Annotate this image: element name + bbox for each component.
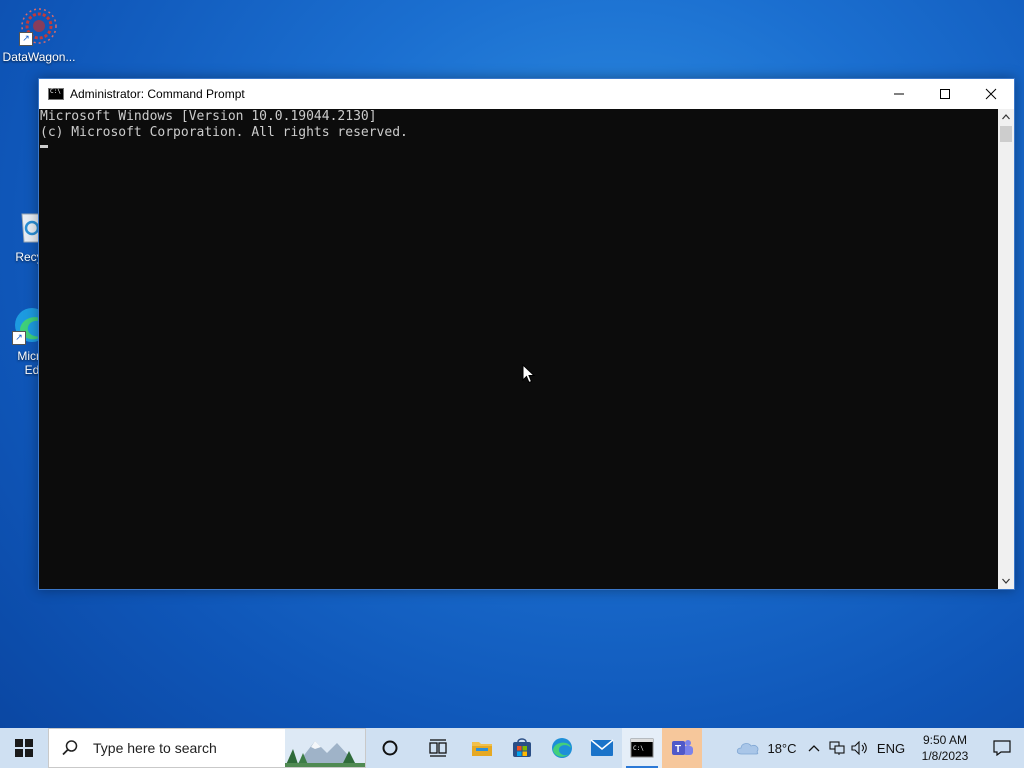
- mouse-pointer-icon: [522, 364, 536, 384]
- svg-text:T: T: [675, 744, 681, 755]
- text-cursor: [40, 145, 48, 148]
- cmd-icon: [48, 88, 64, 100]
- clock[interactable]: 9:50 AM 1/8/2023: [910, 728, 980, 768]
- task-view-button[interactable]: [418, 728, 458, 768]
- task-view-icon: [429, 739, 447, 757]
- scroll-down-button[interactable]: [998, 573, 1014, 589]
- scroll-thumb[interactable]: [1000, 126, 1012, 142]
- speaker-icon: [851, 741, 867, 755]
- search-placeholder: Type here to search: [93, 740, 217, 756]
- microsoft-store-button[interactable]: [502, 728, 542, 768]
- taskbar-search-box[interactable]: Type here to search: [48, 728, 366, 768]
- folder-icon: [472, 742, 492, 756]
- cortana-icon: [382, 740, 398, 756]
- desktop-icon-datawagon[interactable]: ↗ DataWagon...: [1, 6, 77, 64]
- weather-temperature: 18°C: [767, 740, 797, 756]
- network-button[interactable]: [826, 728, 848, 768]
- minimize-icon: [894, 93, 904, 95]
- shortcut-arrow-icon: ↗: [19, 32, 33, 46]
- teams-icon: T: [672, 740, 693, 755]
- search-highlight-illustration: [285, 729, 365, 767]
- minimize-button[interactable]: [876, 79, 922, 109]
- chevron-up-icon: [808, 745, 820, 752]
- chevron-up-icon: [1002, 114, 1010, 120]
- desktop-icon-label: DataWagon...: [2, 50, 76, 64]
- edge-taskbar-button[interactable]: [542, 728, 582, 768]
- clock-time: 9:50 AM: [922, 733, 968, 747]
- weather-widget[interactable]: 18°C: [730, 728, 802, 768]
- store-icon: [513, 738, 531, 757]
- vertical-scrollbar[interactable]: [998, 109, 1014, 589]
- chevron-down-icon: [1002, 578, 1010, 584]
- datawagon-icon: ↗: [19, 6, 59, 46]
- cmd-icon: C:\: [630, 738, 654, 758]
- taskbar: Type here to search C:\ T 18°C ENG 9:50 …: [0, 728, 1024, 768]
- mail-icon: [590, 739, 614, 756]
- edge-icon: [552, 738, 572, 758]
- console-line: (c) Microsoft Corporation. All rights re…: [40, 125, 408, 140]
- console-output[interactable]: Microsoft Windows [Version 10.0.19044.21…: [39, 109, 998, 589]
- file-explorer-button[interactable]: [462, 728, 502, 768]
- shortcut-arrow-icon: ↗: [12, 331, 26, 345]
- notifications-button[interactable]: [980, 728, 1024, 768]
- command-prompt-taskbar-button[interactable]: C:\: [622, 728, 662, 768]
- close-button[interactable]: [968, 79, 1014, 109]
- maximize-icon: [940, 89, 950, 99]
- command-prompt-window[interactable]: Administrator: Command Prompt Microsoft …: [38, 78, 1015, 590]
- teams-button[interactable]: T: [662, 728, 702, 768]
- title-bar[interactable]: Administrator: Command Prompt: [39, 79, 1014, 109]
- start-button[interactable]: [0, 728, 48, 768]
- clock-date: 1/8/2023: [921, 749, 969, 763]
- language-indicator[interactable]: ENG: [872, 728, 910, 768]
- svg-text:C:\: C:\: [633, 745, 644, 752]
- windows-logo-icon: [15, 739, 33, 757]
- notification-icon: [993, 740, 1011, 756]
- system-tray: 18°C ENG 9:50 AM 1/8/2023: [730, 728, 1024, 768]
- cloud-icon: [737, 743, 759, 755]
- scroll-up-button[interactable]: [998, 109, 1014, 125]
- show-hidden-icons-button[interactable]: [802, 728, 826, 768]
- network-icon: [829, 741, 845, 755]
- window-title: Administrator: Command Prompt: [70, 87, 245, 101]
- cortana-button[interactable]: [370, 728, 410, 768]
- mail-button[interactable]: [582, 728, 622, 768]
- maximize-button[interactable]: [922, 79, 968, 109]
- search-icon: [62, 740, 78, 756]
- close-icon: [985, 88, 997, 100]
- volume-button[interactable]: [848, 728, 872, 768]
- console-line: Microsoft Windows [Version 10.0.19044.21…: [40, 109, 377, 124]
